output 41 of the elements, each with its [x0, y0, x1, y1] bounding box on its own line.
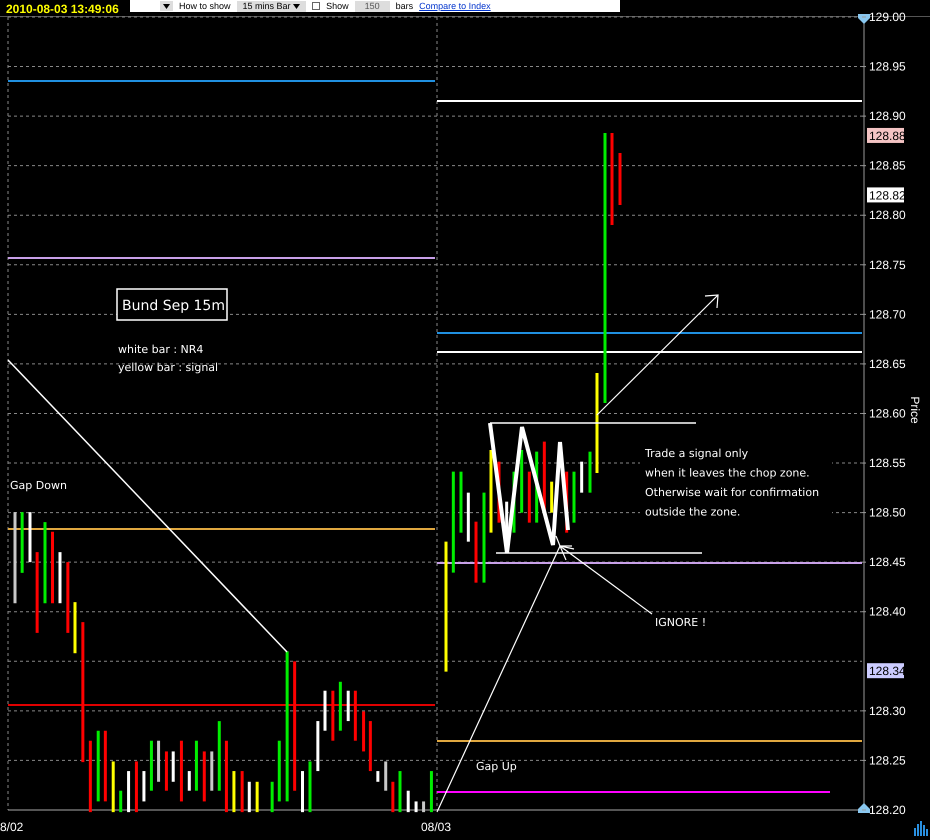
- axis-tick-label: 128.50: [869, 506, 906, 520]
- legend-text: white bar : NR4: [118, 343, 204, 356]
- date-label: 08/03: [421, 820, 452, 834]
- scroll-handle-icon[interactable]: [858, 803, 870, 813]
- scroll-handle-icon[interactable]: [858, 14, 870, 24]
- annotation-label: IGNORE !: [655, 616, 706, 629]
- chart-title: Bund Sep 15m: [116, 288, 228, 321]
- caret-icon: [293, 4, 300, 9]
- date-label: 8/02: [0, 820, 24, 834]
- axis-tick-label: 129.00: [869, 10, 906, 24]
- price-tag: 128.34: [867, 663, 906, 678]
- bar-count-field[interactable]: 150: [354, 0, 390, 12]
- caret-icon: [163, 4, 170, 8]
- axis-tick-label: 128.40: [869, 604, 906, 619]
- timestamp: 2010-08-03 13:49:06: [5, 1, 120, 16]
- legend-text: yellow bar : signal: [118, 361, 218, 374]
- axis-tick-label: 128.90: [869, 109, 906, 124]
- axis-tick-label: 128.55: [869, 456, 906, 470]
- axis-tick-label: 128.80: [869, 208, 906, 222]
- compare-link[interactable]: Compare to Index: [419, 0, 491, 12]
- axis-tick-label: 128.65: [869, 356, 906, 371]
- show-checkbox[interactable]: [312, 2, 320, 10]
- axis-tick-label: 128.30: [869, 704, 906, 718]
- dropdown-button[interactable]: [160, 1, 173, 11]
- axis-tick-label: 128.25: [869, 753, 906, 768]
- axis-tick-label: 128.95: [869, 60, 906, 74]
- bar-chart-icon[interactable]: [914, 821, 928, 836]
- checkbox-label: Show: [326, 0, 349, 12]
- axis-tick-label: 128.75: [869, 258, 906, 272]
- axis-tick-label: 128.70: [869, 307, 906, 322]
- annotation-label: Gap Down: [10, 479, 67, 492]
- axis-tick-label: 128.45: [869, 555, 906, 570]
- axis-tick-label: 128.20: [869, 802, 906, 817]
- axis-tick-label: 128.60: [869, 406, 906, 420]
- annotation-label: Gap Up: [476, 760, 517, 773]
- bars-label: bars: [396, 0, 414, 12]
- axis-tick-label: 128.85: [869, 158, 906, 173]
- price-tag: 128.82: [867, 187, 906, 202]
- toolbar-label: How to show: [179, 0, 231, 12]
- interval-dropdown[interactable]: 15 mins Bar: [236, 0, 306, 12]
- axis-title: Price: [908, 396, 922, 424]
